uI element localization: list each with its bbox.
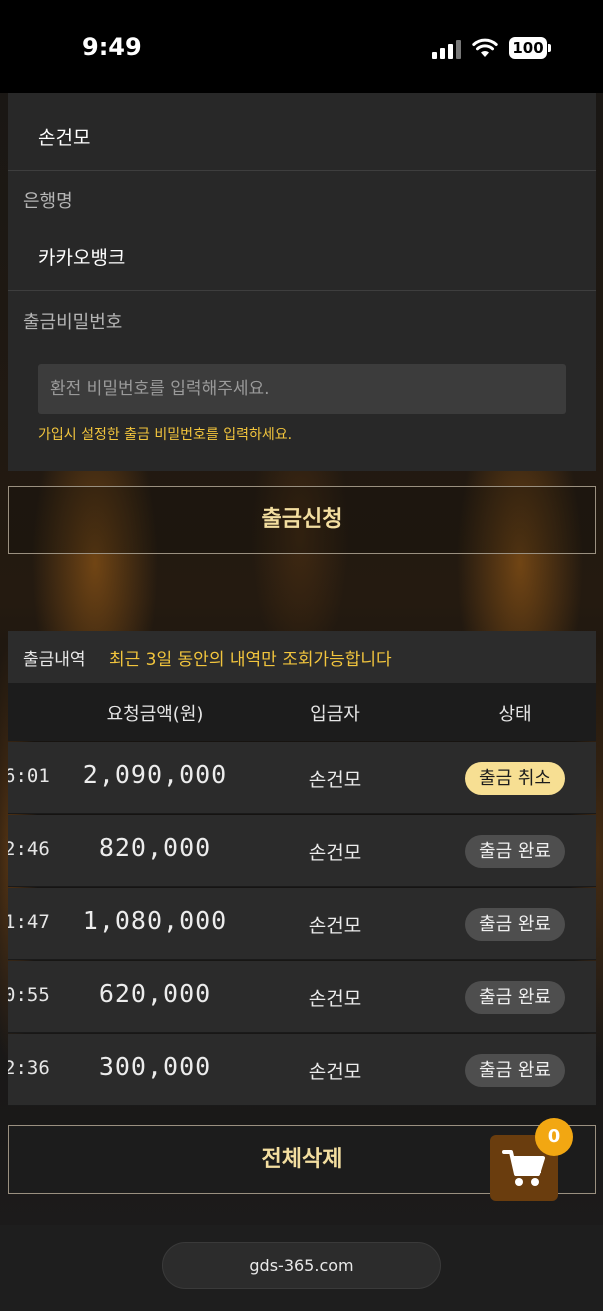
cancel-withdrawal-button[interactable]: 출금 취소	[465, 762, 565, 795]
cart-icon	[502, 1150, 545, 1186]
column-header-amount: 요청금액(원)	[106, 704, 204, 725]
row-time: 1:47	[8, 911, 50, 933]
url-bar[interactable]: gds-365.com	[162, 1242, 441, 1289]
row-amount: 2,090,000	[82, 760, 228, 789]
history-title: 출금내역	[23, 650, 86, 670]
password-hint: 가입시 설정한 출금 비밀번호를 입력하세요.	[38, 427, 293, 443]
cellular-signal-icon	[432, 40, 461, 59]
withdrawal-password-input[interactable]	[38, 364, 566, 414]
status-badge: 출금 완료	[465, 908, 565, 941]
bank-value: 카카오뱅크	[38, 247, 126, 269]
row-amount: 300,000	[98, 1052, 212, 1081]
history-table-header: 요청금액(원) 입금자 상태	[8, 683, 596, 741]
row-depositor: 손건모	[308, 988, 362, 1010]
table-row: 0:55 620,000 손건모 출금 완료	[8, 961, 596, 1033]
table-row: 2:46 820,000 손건모 출금 완료	[8, 815, 596, 887]
row-depositor: 손건모	[308, 842, 362, 864]
bank-label: 은행명	[23, 191, 73, 212]
account-holder-value: 손건모	[38, 127, 91, 149]
status-badge: 출금 완료	[465, 981, 565, 1014]
row-amount: 820,000	[98, 833, 212, 862]
table-row: 1:47 1,080,000 손건모 출금 완료	[8, 888, 596, 960]
battery-level: 100	[509, 37, 547, 59]
status-bar: 9:49 100	[0, 0, 603, 93]
table-row: 6:01 2,090,000 손건모 출금 취소	[8, 742, 596, 814]
cart-count-badge: 0	[535, 1118, 573, 1156]
password-label: 출금비밀번호	[23, 312, 123, 333]
row-time: 2:46	[8, 838, 50, 860]
withdrawal-page: 손건모 은행명 카카오뱅크 출금비밀번호 가입시 설정한 출금 비밀번호를 입력…	[0, 93, 603, 1225]
withdrawal-history-header: 출금내역 최근 3일 동안의 내역만 조회가능합니다	[8, 631, 596, 683]
browser-bottom-bar: gds-365.com	[0, 1225, 603, 1311]
wifi-icon	[472, 38, 498, 57]
row-amount: 620,000	[98, 979, 212, 1008]
row-depositor: 손건모	[308, 1061, 362, 1083]
row-depositor: 손건모	[308, 769, 362, 791]
column-header-depositor: 입금자	[310, 704, 360, 725]
row-amount: 1,080,000	[82, 906, 228, 935]
divider	[8, 170, 596, 171]
row-depositor: 손건모	[308, 915, 362, 937]
history-notice: 최근 3일 동안의 내역만 조회가능합니다	[109, 650, 392, 670]
row-time: 0:55	[8, 984, 50, 1006]
status-time: 9:49	[82, 33, 142, 61]
divider	[8, 290, 596, 291]
row-time: 2:36	[8, 1057, 50, 1079]
withdrawal-form: 손건모 은행명 카카오뱅크 출금비밀번호 가입시 설정한 출금 비밀번호를 입력…	[8, 93, 596, 471]
row-time: 6:01	[8, 765, 50, 787]
battery-icon: 100	[509, 37, 551, 59]
status-badge: 출금 완료	[465, 835, 565, 868]
column-header-status: 상태	[498, 704, 532, 725]
battery-tip	[548, 44, 551, 52]
table-row: 2:36 300,000 손건모 출금 완료	[8, 1034, 596, 1106]
status-badge: 출금 완료	[465, 1054, 565, 1087]
withdraw-request-button[interactable]: 출금신청	[8, 486, 596, 554]
